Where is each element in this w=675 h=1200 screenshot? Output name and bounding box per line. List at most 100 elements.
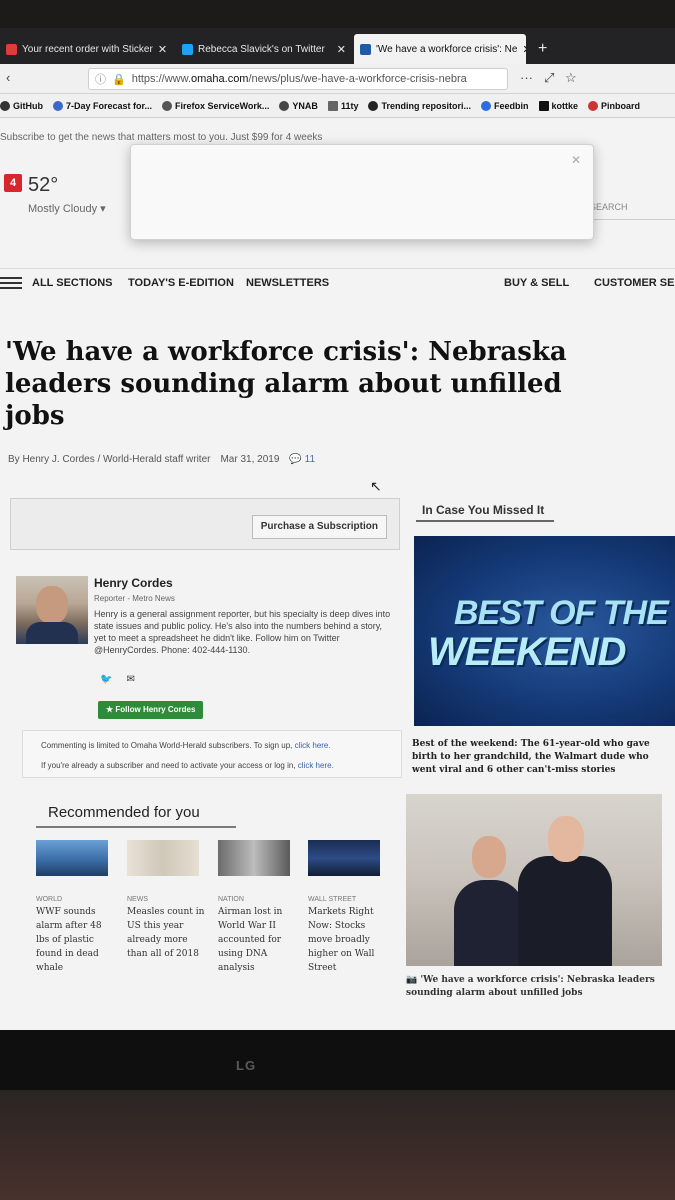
author-avatar	[16, 576, 88, 644]
kottke-icon	[538, 100, 549, 111]
folder-icon	[327, 100, 338, 111]
weather-temperature: 52°	[28, 174, 59, 196]
chevron-down-icon: ▾	[100, 203, 106, 215]
bookmarks-bar: GitHub 7-Day Forecast for... Firefox Ser…	[0, 94, 675, 118]
wall-street-thumbnail	[308, 840, 380, 876]
mouse-cursor-icon: ↖	[370, 478, 382, 494]
more-icon[interactable]: ···	[520, 70, 533, 85]
comment-bubble-icon: 💬	[289, 454, 302, 465]
sticker-favicon-icon	[6, 43, 17, 55]
github-icon	[0, 100, 10, 111]
bookmark-pinboard[interactable]: Pinboard	[588, 100, 640, 111]
tab-label: Rebecca Slavick's on Twitter	[198, 43, 325, 55]
url-text: https://www.omaha.com/news/plus/we-have-…	[131, 73, 467, 85]
reader-icon[interactable]: ⤢	[544, 70, 554, 86]
article-headline: 'We have a workforce crisis': Nebraska l…	[5, 337, 567, 431]
purchase-subscription-button[interactable]: Purchase a Subscription	[251, 515, 387, 539]
article-photo[interactable]	[406, 794, 662, 966]
recommended-heading: Recommended for you	[48, 804, 200, 821]
omaha-favicon-icon	[360, 43, 371, 55]
login-link[interactable]: click here.	[298, 761, 334, 770]
monitor-bezel	[0, 1030, 675, 1090]
pin-icon	[588, 100, 599, 111]
new-tab-button[interactable]: +	[532, 34, 556, 64]
bookmark-star-icon[interactable]: ☆	[565, 70, 577, 86]
tab-twitter[interactable]: Rebecca Slavick's on Twitter ✕	[176, 34, 352, 64]
site-nav: ALL SECTIONS TODAY'S E-EDITION NEWSLETTE…	[0, 268, 675, 294]
github-icon	[368, 100, 379, 111]
overlay-popup: ✕	[130, 144, 594, 240]
subscribe-banner-text[interactable]: Subscribe to get the news that matters m…	[0, 132, 322, 143]
bookmark-kottke[interactable]: kottke	[538, 100, 578, 111]
promo-line-2: WEEKEND	[428, 630, 626, 674]
ynab-icon	[279, 100, 290, 111]
measles-thumbnail	[127, 840, 199, 876]
photo-caption-link[interactable]: 📷 'We have a workforce crisis': Nebraska…	[406, 974, 662, 1000]
lock-icon: 🔒	[112, 73, 126, 86]
hamburger-menu-icon[interactable]	[0, 277, 22, 289]
follow-author-button[interactable]: ★ Follow Henry Cordes	[98, 701, 204, 719]
close-tab-icon[interactable]: ✕	[522, 43, 526, 56]
weather-widget[interactable]: 4 52° Mostly Cloudy ▾	[0, 170, 120, 220]
article-byline: By Henry J. Cordes / World-Herald staff …	[8, 454, 315, 465]
bookmark-forecast[interactable]: 7-Day Forecast for...	[53, 100, 152, 111]
commenting-notice: Commenting is limited to Omaha World-Her…	[22, 730, 402, 778]
recommended-item[interactable]: Nation Airman lost in World War II accou…	[218, 840, 296, 975]
twitter-icon[interactable]: 🐦	[100, 674, 112, 685]
author-bio: Henry is a general assignment reporter, …	[94, 609, 391, 655]
bookmark-11ty[interactable]: 11ty	[327, 100, 358, 111]
nav-newsletters[interactable]: NEWSLETTERS	[246, 277, 329, 289]
promo-caption-link[interactable]: Best of the weekend: The 61-year-old who…	[412, 738, 670, 777]
bookmark-ynab[interactable]: YNAB	[279, 100, 318, 111]
recommended-item[interactable]: News Measles count in US this year alrea…	[127, 840, 205, 961]
photo-of-monitor: Your recent order with Sticker ✕ Rebecca…	[0, 0, 675, 1200]
recommended-item[interactable]: World WWF sounds alarm after 48 lbs of p…	[36, 840, 114, 975]
tab-sticker-order[interactable]: Your recent order with Sticker ✕	[0, 34, 170, 64]
commenting-line-1: Commenting is limited to Omaha World-Her…	[41, 741, 331, 750]
byline-author[interactable]: By Henry J. Cordes / World-Herald staff …	[8, 454, 210, 465]
email-icon[interactable]: ✉	[126, 674, 134, 685]
subscription-box: Purchase a Subscription	[10, 498, 400, 550]
best-of-weekend-promo-image[interactable]: BEST OF THE WEEKEND	[414, 536, 675, 726]
divider	[416, 520, 554, 522]
weather-condition: Mostly Cloudy ▾	[28, 203, 106, 215]
bookmark-firefox-sw[interactable]: Firefox ServiceWork...	[162, 100, 269, 111]
article-date: Mar 31, 2019	[220, 454, 280, 465]
divider	[36, 826, 236, 828]
desk-surface	[0, 1090, 675, 1200]
tab-label: Your recent order with Sticker	[22, 43, 153, 55]
address-bar[interactable]: ⓘ 🔒 https://www.omaha.com/news/plus/we-h…	[88, 68, 508, 90]
author-role: Reporter - Metro News	[94, 594, 175, 603]
nav-buy-sell[interactable]: BUY & SELL	[504, 277, 569, 289]
info-icon[interactable]: ⓘ	[95, 71, 106, 87]
globe-icon	[162, 100, 173, 111]
close-tab-icon[interactable]: ✕	[158, 43, 167, 56]
nav-customer-service[interactable]: CUSTOMER SER	[594, 277, 675, 289]
close-icon[interactable]: ✕	[571, 153, 581, 167]
feedbin-icon	[480, 100, 491, 111]
airman-thumbnail	[218, 840, 290, 876]
author-social-links: 🐦 ✉	[100, 674, 135, 685]
web-page: Subscribe to get the news that matters m…	[0, 118, 675, 1030]
promo-line-1: BEST OF THE	[454, 594, 669, 632]
bookmark-trending[interactable]: Trending repositori...	[368, 100, 471, 111]
bookmark-github[interactable]: GitHub	[0, 100, 43, 111]
search-input[interactable]: SEARCH	[590, 198, 675, 220]
browser-tab-bar: Your recent order with Sticker ✕ Rebecca…	[0, 28, 675, 64]
sign-up-link[interactable]: click here.	[295, 741, 331, 750]
author-name[interactable]: Henry Cordes	[94, 576, 173, 590]
nav-e-edition[interactable]: TODAY'S E-EDITION	[128, 277, 234, 289]
bookmark-feedbin[interactable]: Feedbin	[480, 100, 529, 111]
browser-toolbar: ‹ ⓘ 🔒 https://www.omaha.com/news/plus/we…	[0, 64, 675, 94]
photo-icon: 📷	[406, 975, 418, 985]
commenting-line-2: If you're already a subscriber and need …	[41, 761, 334, 770]
back-icon[interactable]: ‹	[6, 70, 10, 85]
nav-all-sections[interactable]: ALL SECTIONS	[32, 277, 112, 289]
recommended-item[interactable]: Wall Street Markets Right Now: Stocks mo…	[308, 840, 386, 975]
comments-link[interactable]: 💬 11	[289, 454, 315, 465]
weather-alert-badge[interactable]: 4	[4, 174, 22, 192]
weather-icon	[53, 100, 63, 111]
monitor-brand-logo: LG	[236, 1058, 257, 1073]
tab-omaha-article[interactable]: 'We have a workforce crisis': Ne ✕	[354, 34, 526, 64]
close-tab-icon[interactable]: ✕	[337, 43, 346, 56]
